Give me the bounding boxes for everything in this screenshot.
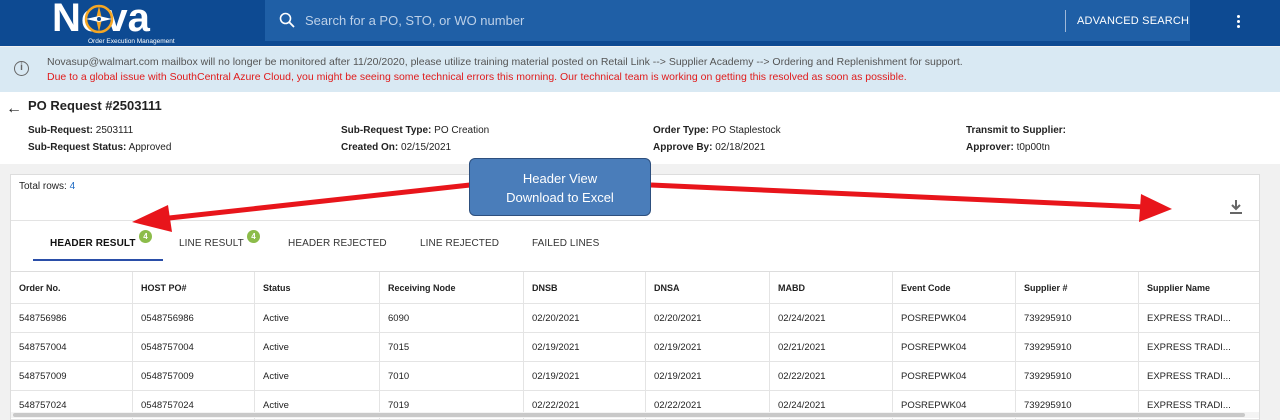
column-header[interactable]: Supplier Name <box>1138 272 1259 303</box>
tab-line-result[interactable]: LINE RESULT <box>179 238 244 249</box>
logo-tagline: Order Execution Management <box>88 38 175 45</box>
table-cell: 548757009 <box>19 371 67 382</box>
table-cell: Active <box>254 333 379 361</box>
table-cell: 0548756986 <box>132 304 254 332</box>
table-cell: 02/21/2021 <box>769 333 892 361</box>
results-table: Order No. HOST PO# Status Receiving Node… <box>11 271 1259 420</box>
field-approver: Approver: t0p00tn <box>966 142 1050 153</box>
table-cell: 02/22/2021 <box>769 362 892 390</box>
compass-icon <box>84 4 114 34</box>
table-cell: EXPRESS TRADI... <box>1138 362 1259 390</box>
table-cell: 739295910 <box>1015 362 1138 390</box>
callout-line-1: Header View <box>522 171 598 186</box>
column-header[interactable]: HOST PO# <box>132 272 254 303</box>
search-input[interactable]: Search for a PO, STO, or WO number <box>305 13 524 28</box>
table-cell: 7015 <box>379 333 523 361</box>
total-rows: Total rows: 4 <box>19 181 76 192</box>
more-vertical-icon[interactable] <box>1230 13 1246 31</box>
search-icon <box>279 12 295 28</box>
divider <box>11 220 1259 221</box>
column-header[interactable]: Receiving Node <box>379 272 523 303</box>
table-row[interactable]: 548756986 0548756986 Active 6090 02/20/2… <box>11 304 1259 333</box>
table-cell: 02/20/2021 <box>645 304 769 332</box>
table-cell: 7010 <box>379 362 523 390</box>
nova-logo[interactable]: Nova Order Execution Management <box>50 0 185 46</box>
tab-line-rejected[interactable]: LINE REJECTED <box>420 238 499 249</box>
table-cell: 02/24/2021 <box>769 304 892 332</box>
table-cell: Active <box>254 362 379 390</box>
field-sub-request-type: Sub-Request Type: PO Creation <box>341 125 490 136</box>
field-transmit-to-supplier: Transmit to Supplier: <box>966 125 1067 136</box>
tab-badge: 4 <box>139 230 152 243</box>
column-header[interactable]: DNSB <box>523 272 645 303</box>
field-sub-request: Sub-Request: 2503111 <box>28 125 134 136</box>
column-header[interactable]: Status <box>254 272 379 303</box>
table-cell: 739295910 <box>1015 304 1138 332</box>
table-cell: 548757004 <box>19 342 67 353</box>
active-tab-indicator <box>33 259 163 261</box>
table-cell: 02/19/2021 <box>645 362 769 390</box>
banner-alert: Due to a global issue with SouthCentral … <box>47 71 907 83</box>
table-cell: POSREPWK04 <box>892 333 1015 361</box>
column-header[interactable]: MABD <box>769 272 892 303</box>
search-divider <box>1065 10 1066 32</box>
table-cell: 02/19/2021 <box>645 333 769 361</box>
horizontal-scrollbar[interactable] <box>11 412 1259 418</box>
table-cell: POSREPWK04 <box>892 304 1015 332</box>
table-cell: EXPRESS TRADI... <box>1138 304 1259 332</box>
arrow-left-icon[interactable]: ← <box>6 100 22 118</box>
tab-header-rejected[interactable]: HEADER REJECTED <box>288 238 387 249</box>
advanced-search-button[interactable]: ADVANCED SEARCH <box>1077 15 1189 27</box>
table-cell: 02/20/2021 <box>523 304 645 332</box>
annotation-callout: Header View Download to Excel <box>469 158 651 216</box>
info-icon: i <box>14 61 29 76</box>
table-row[interactable]: 548757004 0548757004 Active 7015 02/19/2… <box>11 333 1259 362</box>
field-sub-request-status: Sub-Request Status: Approved <box>28 142 172 153</box>
scrollbar-thumb[interactable] <box>13 413 1245 417</box>
table-cell: POSREPWK04 <box>892 362 1015 390</box>
table-cell: EXPRESS TRADI... <box>1138 333 1259 361</box>
table-cell: 0548757009 <box>132 362 254 390</box>
banner-message: Novasup@walmart.com mailbox will no long… <box>47 56 963 68</box>
table-cell: 739295910 <box>1015 333 1138 361</box>
field-approve-by: Approve By: 02/18/2021 <box>653 142 766 153</box>
table-row[interactable]: 548757009 0548757009 Active 7010 02/19/2… <box>11 362 1259 391</box>
table-header-row: Order No. HOST PO# Status Receiving Node… <box>11 271 1259 304</box>
tab-failed-lines[interactable]: FAILED LINES <box>532 238 599 249</box>
table-cell: 0548757004 <box>132 333 254 361</box>
tab-badge: 4 <box>247 230 260 243</box>
field-created-on: Created On: 02/15/2021 <box>341 142 452 153</box>
column-header[interactable]: Event Code <box>892 272 1015 303</box>
table-cell: 548756986 <box>19 313 67 324</box>
table-cell: 02/19/2021 <box>523 362 645 390</box>
table-cell: 02/19/2021 <box>523 333 645 361</box>
column-header[interactable]: Order No. <box>11 272 132 303</box>
page-title: PO Request #2503111 <box>28 98 162 113</box>
column-header[interactable]: DNSA <box>645 272 769 303</box>
field-order-type: Order Type: PO Staplestock <box>653 125 781 136</box>
notice-banner: i Novasup@walmart.com mailbox will no lo… <box>0 47 1280 92</box>
table-cell: Active <box>254 304 379 332</box>
download-icon[interactable] <box>1229 199 1243 215</box>
request-header: ← PO Request #2503111 Sub-Request: 25031… <box>0 92 1280 164</box>
top-app-bar: Nova Order Execution Management Search f… <box>0 0 1280 46</box>
global-search[interactable]: Search for a PO, STO, or WO number ADVAN… <box>265 0 1190 41</box>
column-header[interactable]: Supplier # <box>1015 272 1138 303</box>
callout-line-2: Download to Excel <box>506 190 614 205</box>
tab-header-result[interactable]: HEADER RESULT <box>50 238 136 249</box>
table-cell: 6090 <box>379 304 523 332</box>
